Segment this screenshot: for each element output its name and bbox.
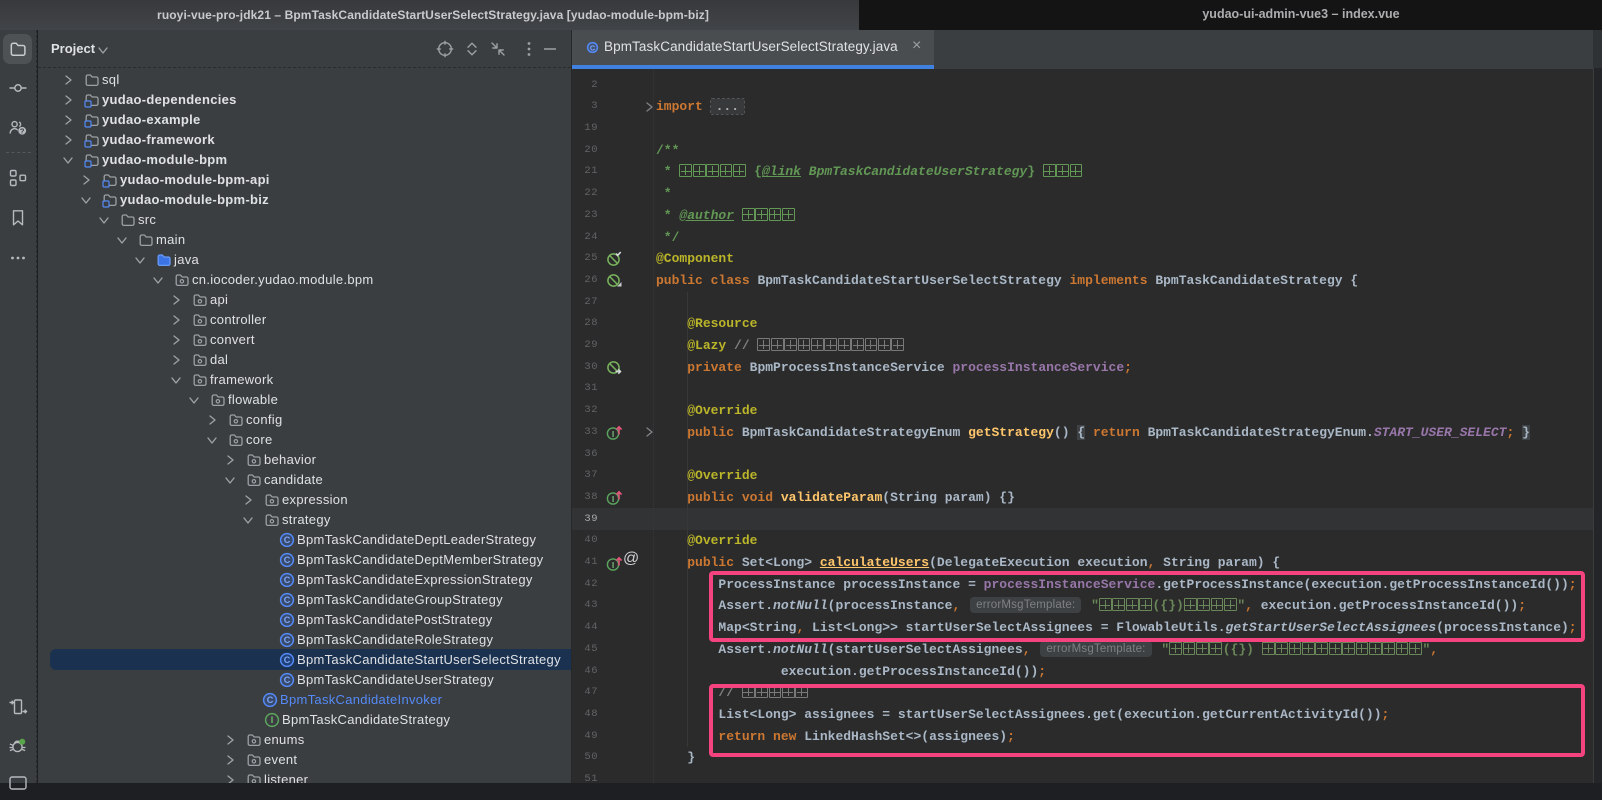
svg-text:I: I [612,560,614,570]
svg-text:I: I [271,715,274,725]
svg-text:C: C [590,44,596,53]
svg-text:C: C [284,575,291,585]
svg-text:C: C [284,635,291,645]
svg-text:C: C [284,535,291,545]
svg-text:C: C [267,695,274,705]
svg-text:C: C [284,675,291,685]
svg-text:C: C [284,655,291,665]
svg-text:I: I [612,494,614,504]
svg-text:C: C [284,555,291,565]
svg-text:C: C [284,595,291,605]
svg-text:C: C [284,615,291,625]
svg-text:I: I [612,429,614,439]
